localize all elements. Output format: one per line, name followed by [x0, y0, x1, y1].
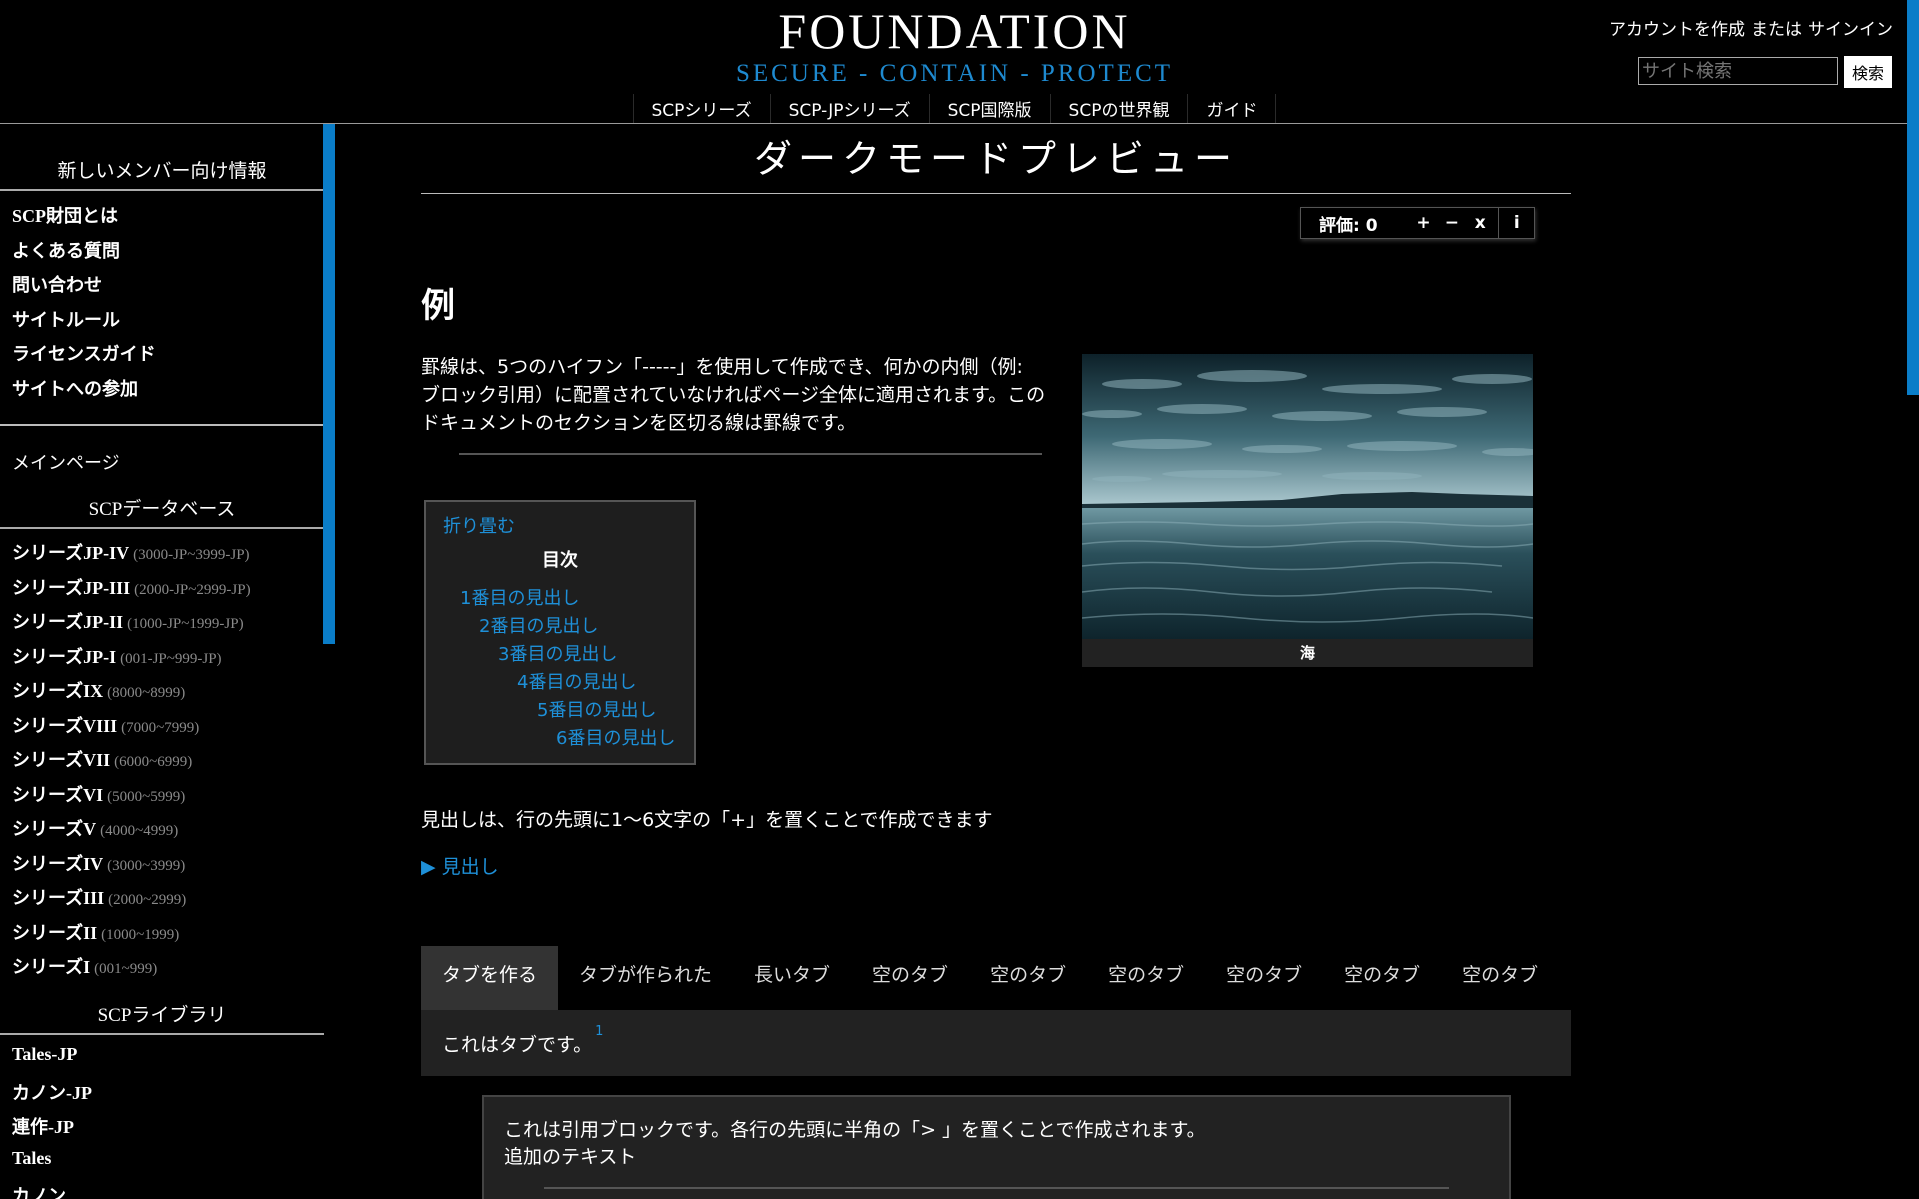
rate-up-button[interactable]: + — [1409, 213, 1437, 233]
blockquote-line-1: これは引用ブロックです。各行の先頭に半角の「> 」を置くことで作成されます。 — [504, 1119, 1206, 1141]
nav-scp-universe[interactable]: SCPの世界観 — [1049, 94, 1188, 123]
sidebar-item-main-page[interactable]: メインページ — [12, 449, 120, 475]
sidebar-item-series-jp[interactable]: 連作-JP — [12, 1113, 74, 1139]
sidebar: 新しいメンバー向け情報 SCP財団とは よくある質問 問い合わせ サイトルール … — [0, 124, 324, 1199]
tab-empty-3[interactable]: 空のタブ — [1087, 946, 1205, 1010]
image-block: 海 — [1082, 354, 1533, 667]
sidebar-scrollbar[interactable] — [323, 124, 335, 644]
sidebar-item-canon[interactable]: カノン — [12, 1182, 66, 1199]
sidebar-divider — [0, 424, 324, 426]
sidebar-series-vi[interactable]: シリーズVI (5000~5999) — [12, 781, 185, 807]
sidebar-series-vii[interactable]: シリーズVII (6000~6999) — [12, 746, 192, 772]
page-scrollbar[interactable] — [1907, 0, 1919, 395]
nav-scp-international[interactable]: SCP国際版 — [928, 94, 1050, 123]
sidebar-series-ix[interactable]: シリーズIX (8000~8999) — [12, 677, 185, 703]
account-or-text: または — [1751, 20, 1802, 40]
blockquote: これは引用ブロックです。各行の先頭に半角の「> 」を置くことで作成されます。 追… — [482, 1095, 1511, 1199]
search-input[interactable] — [1638, 57, 1838, 85]
account-links: アカウントを作成 または サインイン — [1603, 15, 1893, 40]
tab-empty-1[interactable]: 空のタブ — [851, 946, 969, 1010]
tab-empty-6[interactable]: 空のタブ — [1441, 946, 1559, 1010]
tab-empty-2[interactable]: 空のタブ — [969, 946, 1087, 1010]
sidebar-series-jp-ii[interactable]: シリーズJP-II (1000-JP~1999-JP) — [12, 608, 244, 634]
sidebar-item-canon-jp[interactable]: カノン-JP — [12, 1079, 92, 1105]
blockquote-line-2: 追加のテキスト — [504, 1146, 637, 1168]
sidebar-heading-library: SCPライブラリ — [0, 1000, 324, 1035]
create-account-link[interactable]: アカウントを作成 — [1609, 20, 1745, 40]
toc-entry-2[interactable]: 2番目の見出し — [479, 612, 598, 638]
tab-tab-made[interactable]: タブが作られた — [558, 946, 733, 1010]
tab-empty-5[interactable]: 空のタブ — [1323, 946, 1441, 1010]
sidebar-item-tales[interactable]: Tales — [12, 1148, 51, 1169]
collapsible-toggle[interactable]: ▶ 見出し — [421, 852, 499, 879]
sidebar-item-about[interactable]: SCP財団とは — [12, 202, 118, 228]
sidebar-heading-new-members: 新しいメンバー向け情報 — [0, 156, 324, 191]
sidebar-item-contact[interactable]: 問い合わせ — [12, 271, 102, 297]
sidebar-series-i[interactable]: シリーズI (001~999) — [12, 953, 157, 979]
top-nav: SCPシリーズ SCP-JPシリーズ SCP国際版 SCPの世界観 ガイド — [0, 94, 1909, 123]
rate-cancel-button[interactable]: x — [1466, 213, 1494, 233]
sidebar-series-jp-i[interactable]: シリーズJP-I (001-JP~999-JP) — [12, 643, 222, 669]
sidebar-series-v[interactable]: シリーズV (4000~4999) — [12, 815, 178, 841]
table-of-contents: 折り畳む 目次 1番目の見出し 2番目の見出し 3番目の見出し 4番目の見出し … — [424, 500, 696, 765]
toc-entry-5[interactable]: 5番目の見出し — [537, 696, 656, 722]
tab-bar: タブを作る タブが作られた 長いタブ 空のタブ 空のタブ 空のタブ 空のタブ 空… — [421, 946, 1571, 1010]
toc-entry-6[interactable]: 6番目の見出し — [556, 724, 675, 750]
rating-module: 評価: 0 + − x i — [1300, 207, 1535, 239]
page-title: ダークモードプレビュー — [421, 128, 1571, 194]
sidebar-item-faq[interactable]: よくある質問 — [12, 237, 120, 263]
toc-entry-3[interactable]: 3番目の見出し — [498, 640, 617, 666]
site-subtitle: SECURE - CONTAIN - PROTECT — [735, 60, 1174, 87]
nav-scp-jp-series[interactable]: SCP-JPシリーズ — [769, 94, 929, 123]
section-heading: 例 — [421, 286, 455, 326]
toc-entry-1[interactable]: 1番目の見出し — [460, 584, 579, 610]
sidebar-item-tales-jp[interactable]: Tales-JP — [12, 1044, 77, 1065]
ocean-image — [1082, 354, 1533, 639]
footnote-ref[interactable]: 1 — [595, 1024, 603, 1039]
sidebar-item-rules[interactable]: サイトルール — [12, 306, 120, 332]
rating-info-icon[interactable]: i — [1498, 208, 1534, 238]
paragraph-horizontal-rule: 罫線は、5つのハイフン「-----」を使用して作成でき、何かの内側（例: ブロッ… — [421, 356, 1046, 434]
tab-empty-4[interactable]: 空のタブ — [1205, 946, 1323, 1010]
nav-guide[interactable]: ガイド — [1187, 94, 1277, 123]
image-caption: 海 — [1299, 644, 1315, 662]
toc-title: 目次 — [542, 550, 578, 571]
sidebar-series-jp-iv[interactable]: シリーズJP-IV (3000-JP~3999-JP) — [12, 539, 250, 565]
paragraph-headings: 見出しは、行の先頭に1～6文字の「+」を置くことで作成できます — [421, 809, 993, 831]
toc-entry-4[interactable]: 4番目の見出し — [517, 668, 636, 694]
sidebar-item-license[interactable]: ライセンスガイド — [12, 340, 156, 366]
sidebar-series-ii[interactable]: シリーズII (1000~1999) — [12, 919, 179, 945]
sidebar-series-viii[interactable]: シリーズVIII (7000~7999) — [12, 712, 199, 738]
horizontal-rule — [459, 453, 1042, 455]
tab-long-tab[interactable]: 長いタブ — [733, 946, 851, 1010]
rate-down-button[interactable]: − — [1438, 213, 1466, 233]
sidebar-series-iv[interactable]: シリーズIV (3000~3999) — [12, 850, 185, 876]
nav-scp-series[interactable]: SCPシリーズ — [632, 94, 770, 123]
sidebar-series-iii[interactable]: シリーズIII (2000~2999) — [12, 884, 186, 910]
tab-panel-text: これはタブです。 — [442, 1034, 593, 1056]
search-button[interactable]: 検索 — [1844, 56, 1892, 88]
tab-make-tab[interactable]: タブを作る — [421, 946, 559, 1010]
sign-in-link[interactable]: サインイン — [1808, 20, 1893, 40]
sidebar-heading-database: SCPデータベース — [0, 494, 324, 529]
rating-value: 評価: 0 — [1319, 215, 1378, 236]
sidebar-series-jp-iii[interactable]: シリーズJP-III (2000-JP~2999-JP) — [12, 574, 251, 600]
sidebar-item-join[interactable]: サイトへの参加 — [12, 375, 138, 401]
tab-panel: これはタブです。1 — [421, 1010, 1571, 1076]
site-header: FOUNDATION SECURE - CONTAIN - PROTECT SC… — [0, 0, 1919, 124]
toc-collapse-link[interactable]: 折り畳む — [443, 512, 515, 538]
blockquote-rule — [544, 1187, 1449, 1189]
